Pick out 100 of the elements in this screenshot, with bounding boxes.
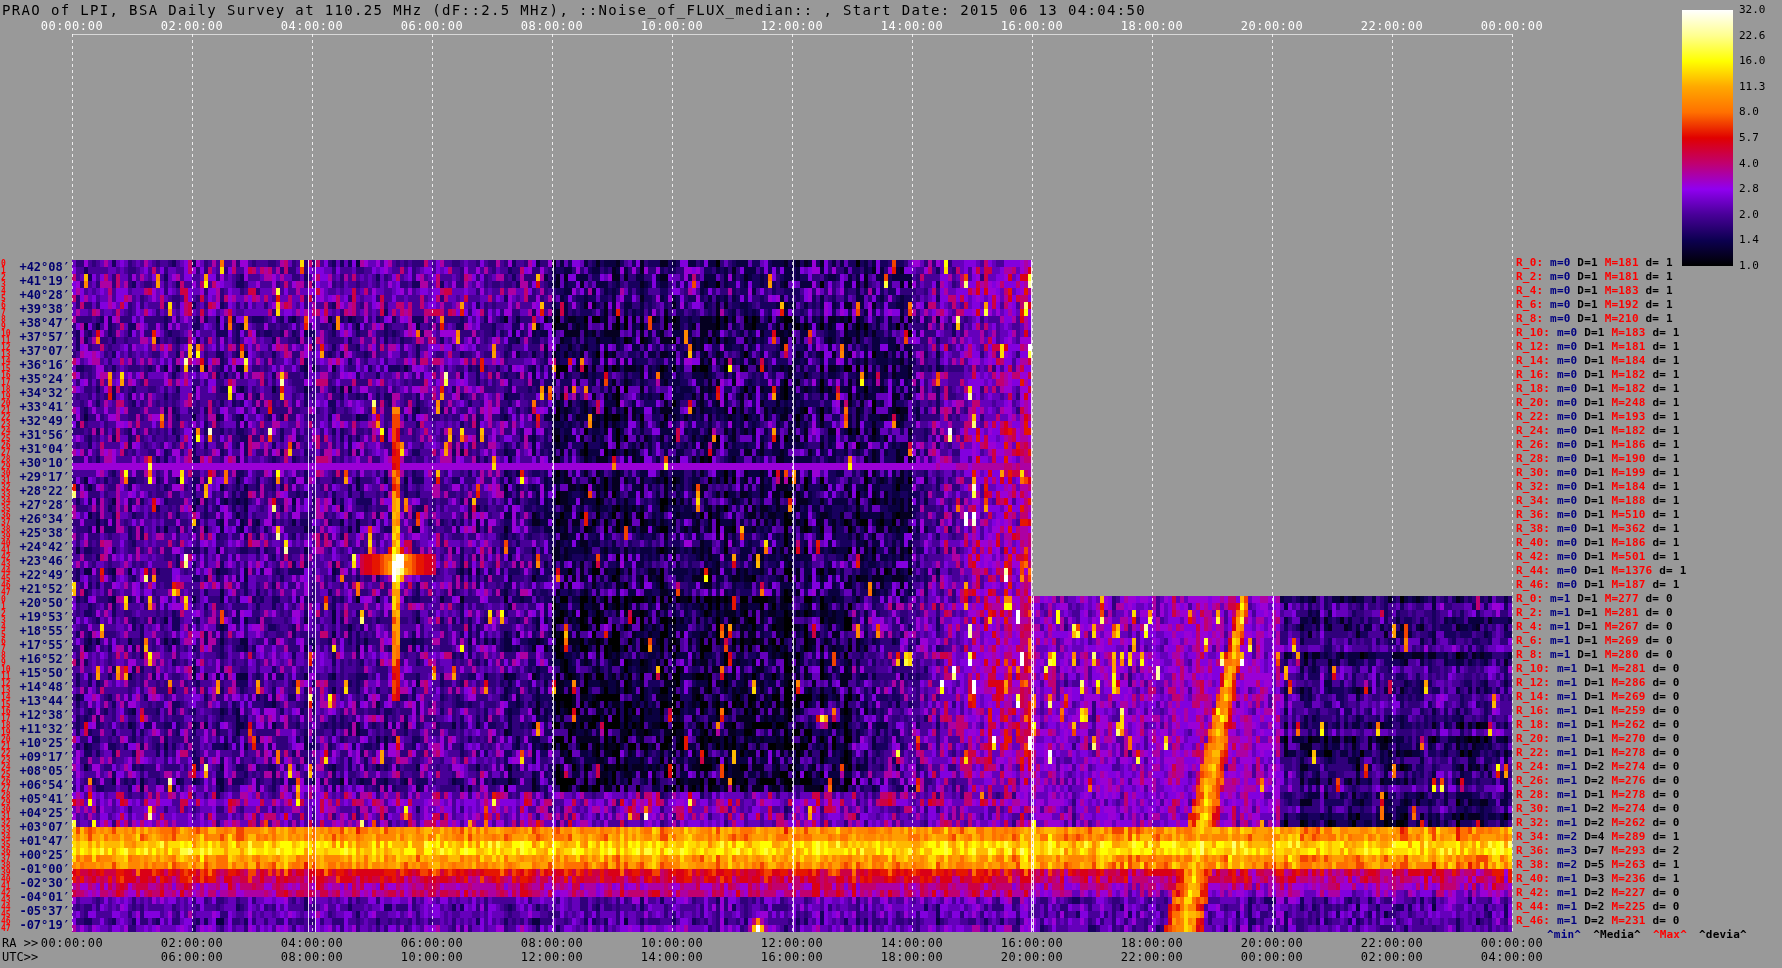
deviation-value: d= 0	[1652, 732, 1680, 746]
median-value: D=7	[1584, 844, 1605, 858]
deviation-value: d= 1	[1645, 284, 1673, 298]
beam-label: R_22:	[1516, 410, 1551, 424]
row-index-label: 42	[1, 890, 11, 897]
utc-axis-label: 10:00:00	[400, 950, 464, 964]
declination-label: +19°53′	[19, 610, 70, 624]
declination-label: +15°50′	[19, 666, 70, 680]
beam-label: R_26:	[1516, 774, 1551, 788]
max-value: M=276	[1611, 774, 1646, 788]
color-scale-label: 22.6	[1739, 29, 1766, 42]
median-value: D=5	[1584, 858, 1605, 872]
utc-axis-label: 00:00:00	[1240, 950, 1304, 964]
min-value: m=0	[1556, 368, 1578, 382]
declination-label: +27°28′	[19, 498, 70, 512]
beam-label: R_34:	[1516, 830, 1551, 844]
min-value: m=1	[1556, 676, 1578, 690]
declination-label: +01°47′	[19, 834, 70, 848]
row-index-label: 9	[1, 659, 6, 666]
min-value: m=3	[1556, 844, 1578, 858]
declination-label: +16°52′	[19, 652, 70, 666]
utc-axis-label: 18:00:00	[880, 950, 944, 964]
row-index-label: 33	[1, 827, 11, 834]
beam-label: R_36:	[1516, 844, 1551, 858]
median-value: D=1	[1577, 298, 1598, 312]
declination-label: +30°10′	[19, 456, 70, 470]
beam-label: R_36:	[1516, 508, 1551, 522]
row-index-label: 27	[1, 449, 11, 456]
beam-label: R_20:	[1516, 396, 1551, 410]
declination-label: +29°17′	[19, 470, 70, 484]
median-value: D=1	[1584, 788, 1605, 802]
color-scale-label: 1.4	[1739, 234, 1759, 247]
median-value: D=2	[1584, 886, 1605, 900]
ra-axis-label: 22:00:00	[1360, 936, 1424, 950]
median-value: D=1	[1584, 340, 1605, 354]
beam-label: R_14:	[1516, 690, 1551, 704]
row-index-label: 5	[1, 295, 6, 302]
beam-label: R_30:	[1516, 466, 1551, 480]
ra-axis-label: 14:00:00	[880, 936, 944, 950]
row-index-label: 45	[1, 575, 11, 582]
median-value: D=1	[1584, 354, 1605, 368]
color-scale-label: 32.0	[1739, 4, 1766, 16]
deviation-value: d= 0	[1652, 662, 1680, 676]
row-index-label: 3	[1, 617, 6, 624]
row-index-label: 13	[1, 351, 11, 358]
median-value: D=1	[1584, 494, 1605, 508]
ra-axis-label: 06:00:00	[400, 936, 464, 950]
median-value: D=1	[1584, 424, 1605, 438]
max-value: M=286	[1611, 676, 1646, 690]
row-index-label: 36	[1, 512, 11, 519]
min-value: m=0	[1550, 270, 1571, 284]
max-value: M=278	[1611, 746, 1646, 760]
row-index-label: 10	[1, 666, 11, 673]
beam-label: R_8:	[1516, 648, 1544, 662]
deviation-value: d= 1	[1645, 270, 1673, 284]
min-value: m=1	[1550, 648, 1571, 662]
deviation-value: d= 0	[1652, 718, 1680, 732]
median-value: D=1	[1584, 704, 1605, 718]
time-axis-label: 00:00:00	[40, 18, 104, 33]
deviation-value: d= 1	[1652, 872, 1680, 886]
max-value: M=184	[1611, 480, 1646, 494]
legend-label: ^Media^	[1593, 928, 1641, 942]
min-value: m=0	[1550, 284, 1571, 298]
row-index-label: 27	[1, 785, 11, 792]
row-index-label: 8	[1, 316, 6, 323]
deviation-value: d= 1	[1645, 312, 1673, 326]
row-index-label: 25	[1, 435, 11, 442]
beam-label: R_32:	[1516, 816, 1551, 830]
max-value: M=248	[1611, 396, 1646, 410]
median-value: D=1	[1584, 690, 1605, 704]
max-value: M=236	[1611, 872, 1646, 886]
row-index-label: 7	[1, 645, 6, 652]
declination-label: +09°17′	[19, 750, 70, 764]
color-scale-label: 5.7	[1739, 131, 1759, 144]
row-index-label: 37	[1, 519, 11, 526]
median-value: D=1	[1577, 256, 1598, 270]
declination-label: +22°49′	[19, 568, 70, 582]
median-value: D=1	[1584, 732, 1605, 746]
color-scale-label: 4.0	[1739, 157, 1759, 170]
row-index-label: 40	[1, 540, 11, 547]
max-value: M=277	[1604, 592, 1639, 606]
beam-label: R_10:	[1516, 326, 1551, 340]
time-axis-label: 16:00:00	[1000, 18, 1064, 33]
beam-label: R_20:	[1516, 732, 1551, 746]
deviation-value: d= 1	[1645, 298, 1673, 312]
median-value: D=1	[1577, 648, 1598, 662]
deviation-value: d= 0	[1652, 886, 1680, 900]
min-value: m=0	[1556, 522, 1578, 536]
declination-label: +11°32′	[19, 722, 70, 736]
max-value: M=184	[1611, 354, 1646, 368]
median-value: D=1	[1584, 466, 1605, 480]
color-scale-label: 2.0	[1739, 208, 1759, 221]
min-value: m=1	[1556, 802, 1578, 816]
max-value: M=274	[1611, 760, 1646, 774]
row-index-label: 21	[1, 407, 11, 414]
max-value: M=262	[1611, 718, 1646, 732]
min-value: m=0	[1556, 354, 1578, 368]
beam-label: R_42:	[1516, 550, 1551, 564]
beam-label: R_16:	[1516, 704, 1551, 718]
row-index-label: 41	[1, 883, 11, 890]
